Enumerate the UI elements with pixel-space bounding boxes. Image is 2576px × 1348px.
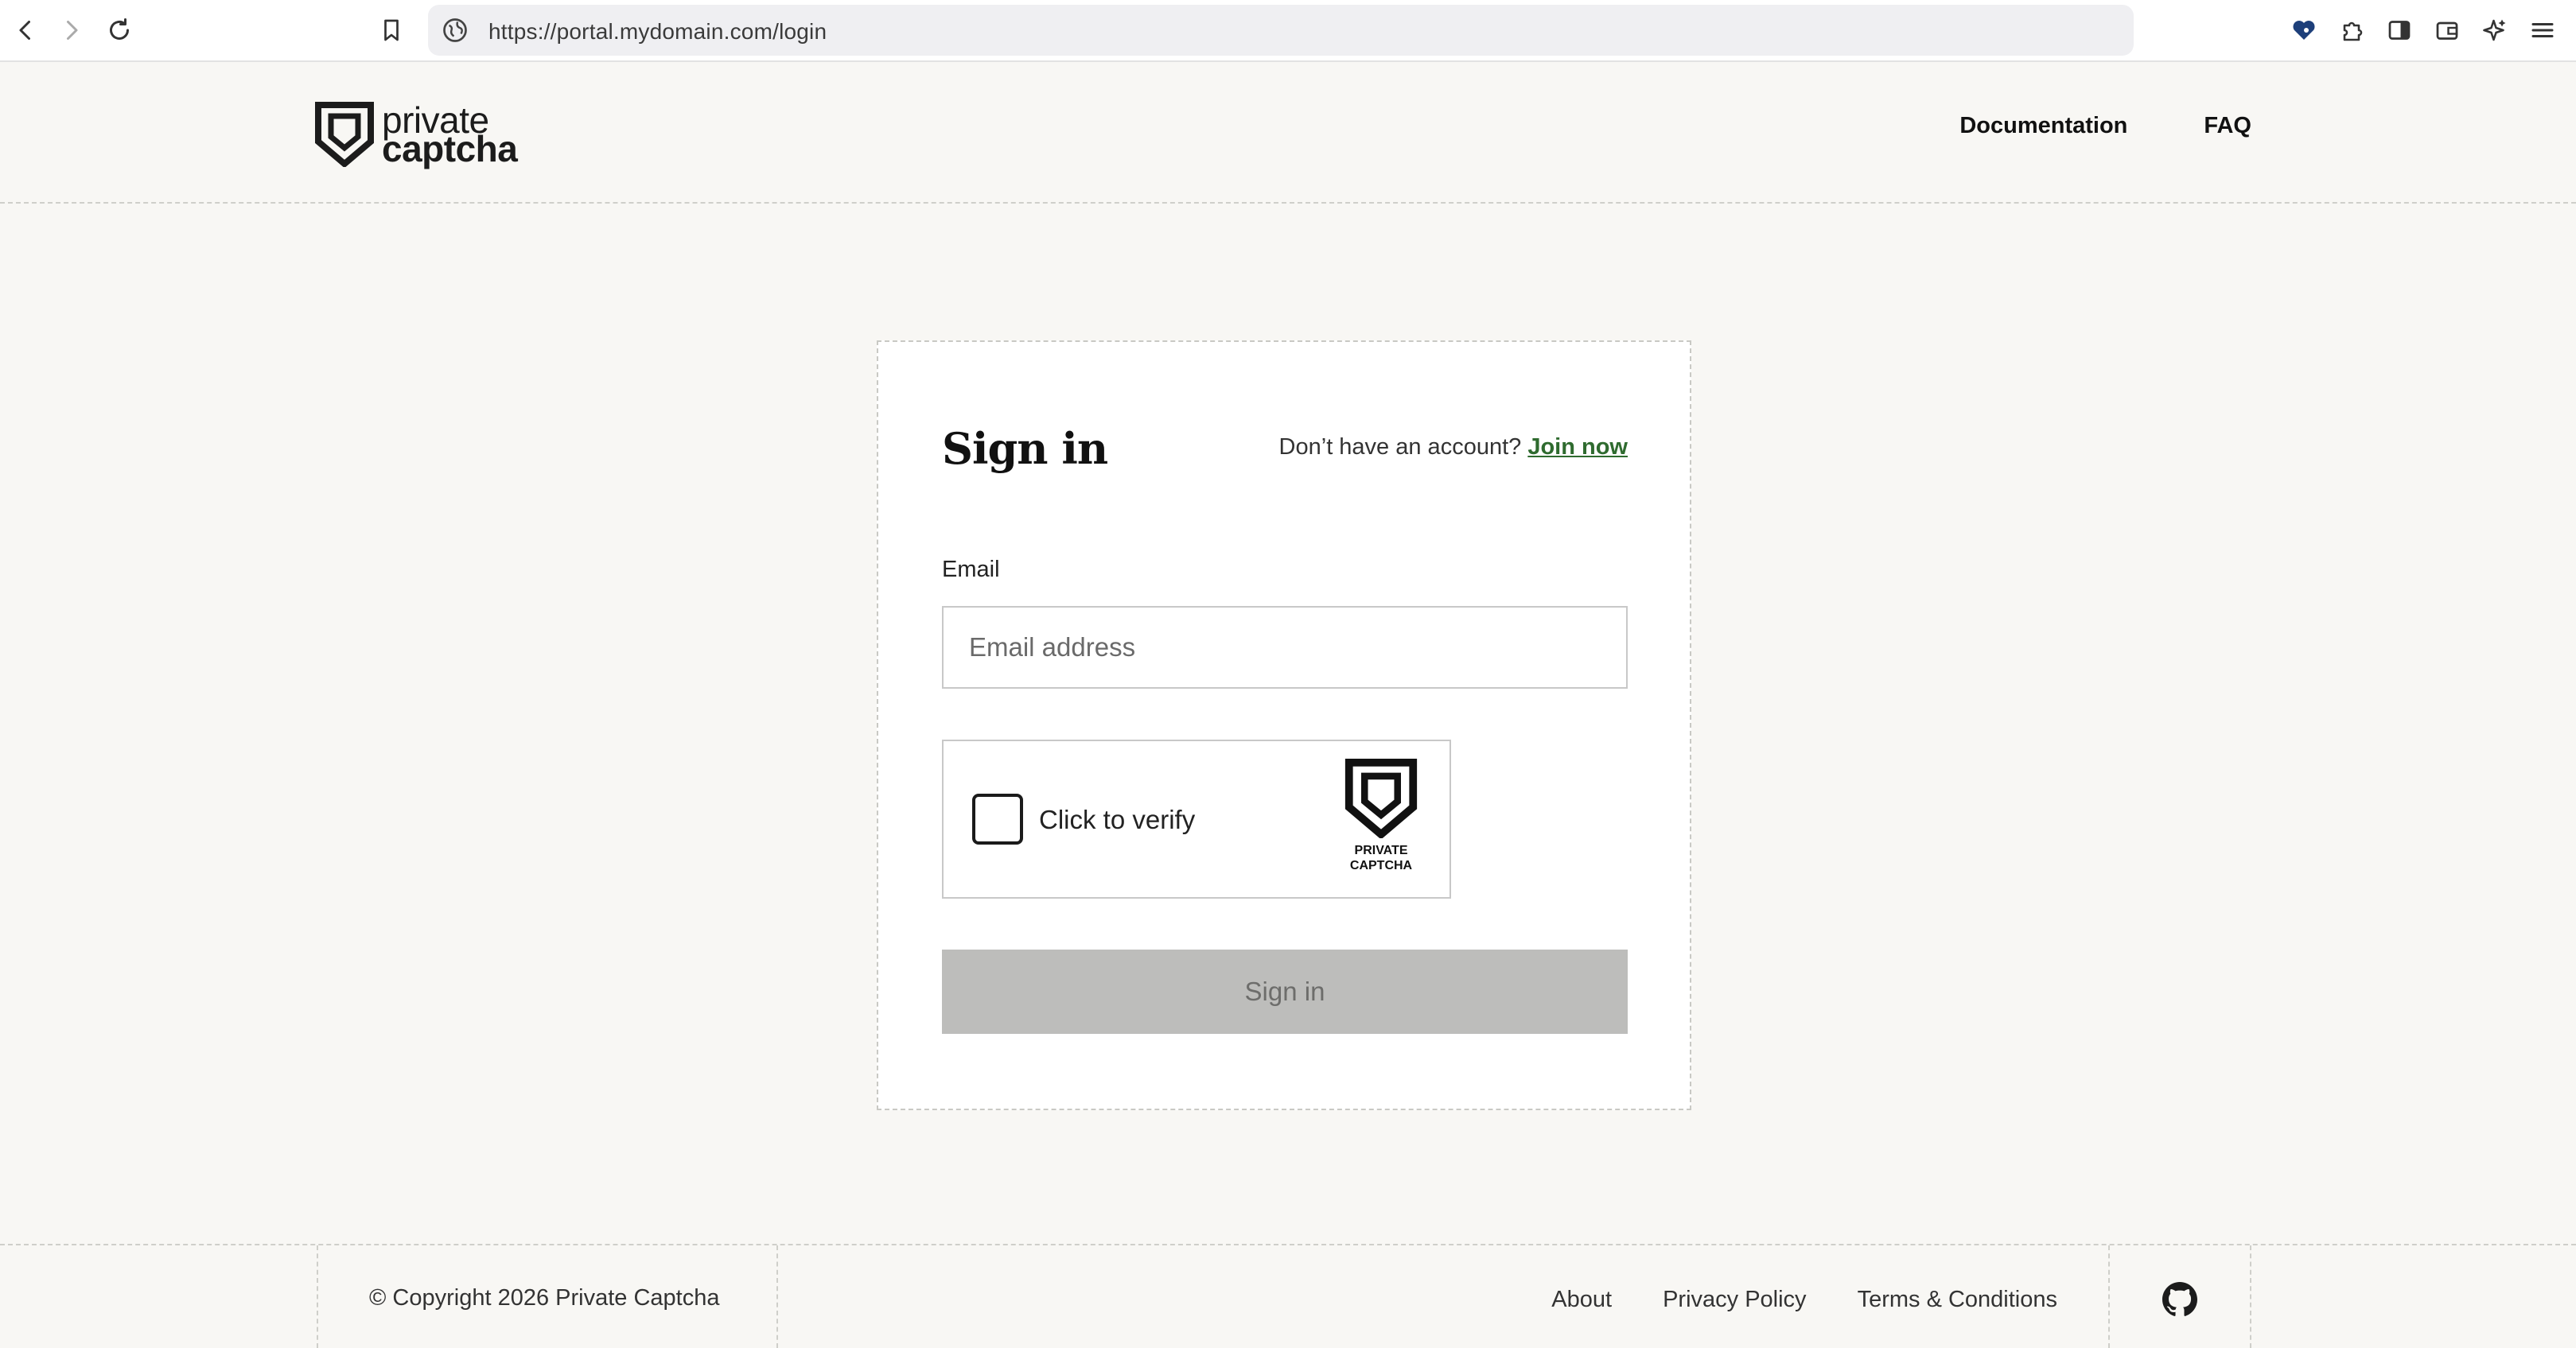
logo-text-captcha: captcha xyxy=(382,128,518,169)
captcha-brand-line1: PRIVATE xyxy=(1354,844,1408,857)
captcha-brand-line2: CAPTCHA xyxy=(1349,859,1413,872)
shield-logo-icon xyxy=(315,102,374,167)
nav-faq-link[interactable]: FAQ xyxy=(2204,113,2251,139)
copyright-text: © Copyright 2026 Private Captcha xyxy=(369,1285,720,1311)
footer-about-link[interactable]: About xyxy=(1551,1287,1612,1313)
signin-card: Sign in Don’t have an account? Join now … xyxy=(877,340,1691,1110)
captcha-checkbox[interactable] xyxy=(972,794,1023,845)
github-icon[interactable] xyxy=(2162,1282,2197,1317)
ai-sparkle-icon[interactable] xyxy=(2477,13,2512,48)
private-captcha-logo[interactable]: private captcha xyxy=(315,102,518,169)
password-manager-icon[interactable] xyxy=(2286,13,2321,48)
browser-toolbar: https://portal.mydomain.com/login xyxy=(0,0,2576,62)
bookmark-icon[interactable] xyxy=(374,13,409,48)
globe-icon[interactable] xyxy=(441,16,469,45)
forward-arrow-icon[interactable] xyxy=(54,13,89,48)
header-nav: Documentation FAQ xyxy=(1959,113,2251,139)
wallet-icon[interactable] xyxy=(2430,13,2465,48)
menu-icon[interactable] xyxy=(2525,13,2560,48)
sidebar-toggle-icon[interactable] xyxy=(2382,13,2417,48)
site-header: private captcha Documentation FAQ xyxy=(0,64,2576,204)
footer-links: About Privacy Policy Terms & Conditions xyxy=(1551,1287,2057,1313)
nav-documentation-link[interactable]: Documentation xyxy=(1959,113,2127,139)
join-now-link[interactable]: Join now xyxy=(1527,434,1628,460)
footer-terms-link[interactable]: Terms & Conditions xyxy=(1858,1287,2057,1313)
back-arrow-icon[interactable] xyxy=(8,13,43,48)
site-footer: © Copyright 2026 Private Captcha About P… xyxy=(0,1244,2576,1348)
footer-privacy-link[interactable]: Privacy Policy xyxy=(1663,1287,1807,1313)
email-input[interactable] xyxy=(942,606,1628,689)
email-label: Email xyxy=(942,557,1000,582)
join-prompt: Don’t have an account? Join now xyxy=(1279,434,1628,460)
signin-button[interactable]: Sign in xyxy=(942,950,1628,1034)
captcha-widget: Click to verify PRIVATE CAPTCHA xyxy=(942,740,1451,899)
page-title: Sign in xyxy=(942,423,1108,474)
address-bar[interactable]: https://portal.mydomain.com/login xyxy=(428,5,2134,56)
captcha-shield-icon xyxy=(1344,759,1418,838)
no-account-text: Don’t have an account? xyxy=(1278,434,1522,460)
captcha-label[interactable]: Click to verify xyxy=(1039,805,1195,835)
extensions-icon[interactable] xyxy=(2334,13,2369,48)
url-text[interactable]: https://portal.mydomain.com/login xyxy=(488,19,827,45)
reload-icon[interactable] xyxy=(102,13,137,48)
captcha-brand: PRIVATE CAPTCHA xyxy=(1333,759,1429,873)
